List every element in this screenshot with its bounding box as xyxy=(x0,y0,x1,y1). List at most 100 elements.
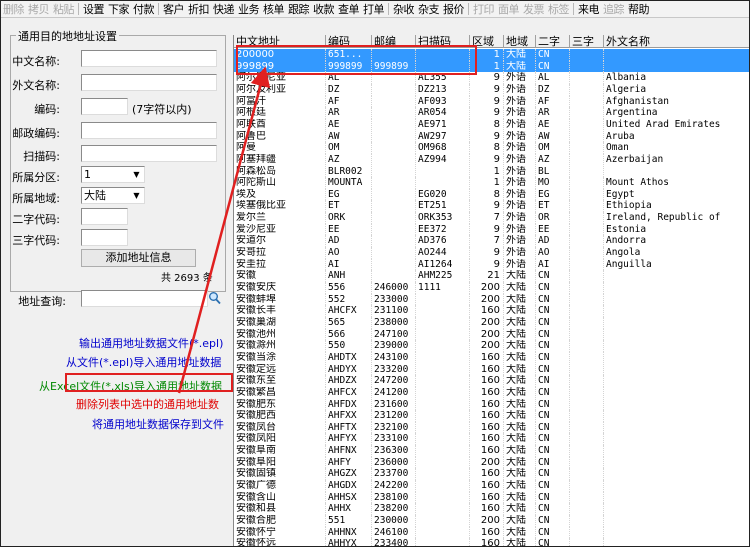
search-icon[interactable] xyxy=(208,291,221,305)
column-header[interactable]: 外文名称 xyxy=(604,35,749,48)
table-row[interactable]: 安徽安庆 556 246000 1111 200 大陆 CN xyxy=(234,282,749,294)
table-row[interactable]: 安徽广德 AHGDX 242200 160 大陆 CN xyxy=(234,480,749,492)
table-cell: ET xyxy=(326,200,372,213)
toolbar-button-9[interactable]: 业务 xyxy=(236,1,261,17)
table-row[interactable]: 安徽滁州 550 239000 200 大陆 CN xyxy=(234,340,749,352)
table-cell xyxy=(372,83,416,96)
table-cell xyxy=(416,410,470,422)
table-row[interactable]: 安徽长丰 AHCFX 231100 160 大陆 CN xyxy=(234,305,749,317)
table-row[interactable]: 安徽池州 566 247100 200 大陆 CN xyxy=(234,328,749,341)
column-header[interactable]: 编码 xyxy=(326,35,372,48)
three-char-code-input[interactable] xyxy=(81,229,128,246)
toolbar-button-13[interactable]: 查单 xyxy=(336,1,361,17)
import-epl-link[interactable]: 从文件(*.epl)导入通用地址数据 xyxy=(66,354,221,370)
table-row[interactable]: 安徽和县 AHHX 238200 160 大陆 CN xyxy=(234,503,749,515)
table-row[interactable]: 埃塞俄比亚 ET ET251 9 外语 ET Ethiopia xyxy=(234,200,749,213)
table-row[interactable]: 阿尔及利亚 DZ DZ213 9 外语 DZ Algeria xyxy=(234,83,749,96)
cn-name-input[interactable] xyxy=(81,50,217,67)
code-input[interactable] xyxy=(81,98,128,115)
table-row[interactable]: 安徽巢湖 565 238000 200 大陆 CN xyxy=(234,316,749,329)
toolbar-button-8[interactable]: 快递 xyxy=(211,1,236,17)
toolbar-button-11[interactable]: 跟踪 xyxy=(286,1,311,17)
table-row[interactable]: 阿陀斯山 MOUNTA 1 外语 MO Mount Athos xyxy=(234,177,749,189)
table-row[interactable]: 阿尔巴尼亚 AL AL355 9 外语 AL Albania xyxy=(234,72,749,84)
table-cell xyxy=(416,491,470,504)
table-row[interactable]: 安道尔 AD AD376 7 外语 AD Andorra xyxy=(234,235,749,247)
toolbar-button-14[interactable]: 打单 xyxy=(361,1,386,17)
table-row[interactable]: 安徽固镇 AHGZX 233700 160 大陆 CN xyxy=(234,468,749,480)
table-row-selected[interactable]: 200000 651... 1 大陆 CN xyxy=(234,49,749,61)
table-cell: Aruba xyxy=(604,131,749,143)
toolbar-button-3[interactable]: 设置 xyxy=(81,1,106,17)
table-row[interactable]: 阿塞拜疆 AZ AZ994 9 外语 AZ Azerbaijan xyxy=(234,153,749,166)
table-row[interactable]: 阿富汗 AF AF093 9 外语 AF Afghanistan xyxy=(234,95,749,108)
toolbar-button-22[interactable]: 来电 xyxy=(576,1,601,17)
table-cell: 160 xyxy=(470,503,504,515)
column-header[interactable]: 地域 xyxy=(504,35,536,48)
scan-code-input[interactable] xyxy=(81,145,217,162)
zone-select[interactable]: 1 ▼ xyxy=(81,166,145,183)
table-row[interactable]: 阿联酋 AE AE971 8 外语 AE United Arad Emirates xyxy=(234,118,749,131)
export-epl-link[interactable]: 输出通用地址数据文件(*.epl) xyxy=(79,335,223,351)
address-table[interactable]: 中文地址 编码 邮编 扫描码 区域 地域 二字 三字 外文名称 200000 651... 1 大陆 C… xyxy=(233,35,749,546)
chevron-down-icon[interactable]: ▼ xyxy=(130,189,143,202)
postal-code-input[interactable] xyxy=(81,122,217,139)
table-cell: CN xyxy=(536,386,570,399)
toolbar-button-6[interactable]: 客户 xyxy=(161,1,186,17)
table-row[interactable]: 安徽繁昌 AHFCX 241200 160 大陆 CN xyxy=(234,386,749,399)
column-header[interactable]: 区域 xyxy=(470,35,504,48)
toolbar-button-7[interactable]: 折扣 xyxy=(186,1,211,17)
table-row[interactable]: 爱尔兰 ORK ORK353 7 外语 OR Ireland, Republic of xyxy=(234,212,749,224)
column-header[interactable]: 三字 xyxy=(570,35,604,48)
table-row[interactable]: 安徽怀宁 AHHNX 246100 160 大陆 CN xyxy=(234,526,749,539)
table-cell xyxy=(416,293,470,306)
region-select[interactable]: 大陆 ▼ xyxy=(81,187,145,204)
column-header[interactable]: 邮编 xyxy=(372,35,416,48)
column-header[interactable]: 二字 xyxy=(536,35,570,48)
table-row[interactable]: 安徽凤阳 AHFYX 233100 160 大陆 CN xyxy=(234,433,749,446)
table-row[interactable]: 安徽肥东 AHFDX 231600 160 大陆 CN xyxy=(234,398,749,411)
table-row[interactable]: 埃及 EG EG020 8 外语 EG Egypt xyxy=(234,188,749,201)
save-to-file-link[interactable]: 将通用地址数据保存到文件 xyxy=(92,416,224,432)
table-row[interactable]: 安徽当涂 AHDTX 243100 160 大陆 CN xyxy=(234,351,749,364)
toolbar-button-16[interactable]: 杂支 xyxy=(416,1,441,17)
table-row[interactable]: 阿根廷 AR AR054 9 外语 AR Argentina xyxy=(234,107,749,119)
toolbar-button-4[interactable]: 下家 xyxy=(106,1,131,17)
column-header[interactable]: 中文地址 xyxy=(234,35,326,48)
table-row[interactable]: 安徽阜阳 AHFY 236000 200 大陆 CN xyxy=(234,456,749,469)
table-row-selected[interactable]: 999899 999899 999899 1 大陆 CN xyxy=(234,60,749,73)
address-query-input[interactable] xyxy=(81,290,208,307)
table-row[interactable]: 安徽凤台 AHFTX 232100 160 大陆 CN xyxy=(234,421,749,434)
add-address-button[interactable]: 添加地址信息 xyxy=(81,249,196,267)
two-char-code-input[interactable] xyxy=(81,208,128,225)
table-row[interactable]: 安徽肥西 AHFXX 231200 160 大陆 CN xyxy=(234,410,749,422)
table-row[interactable]: 安圭拉 AI AI1264 9 外语 AI Anguilla xyxy=(234,258,749,271)
delete-selected-link[interactable]: 删除列表中选中的通用地址数 xyxy=(76,396,219,412)
table-cell: 160 xyxy=(470,398,504,411)
table-row[interactable]: 安徽合肥 551 230000 200 大陆 CN xyxy=(234,515,749,527)
toolbar-button-24[interactable]: 帮助 xyxy=(626,1,651,17)
table-row[interactable]: 安哥拉 AO AO244 9 外语 AO Angola xyxy=(234,247,749,259)
table-row[interactable]: 阿森松岛 BLR002 1 外语 BL xyxy=(234,165,749,178)
toolbar-button-12[interactable]: 收款 xyxy=(311,1,336,17)
cn-name-label: 中文名称: xyxy=(12,55,60,68)
table-row[interactable]: 安徽阜南 AHFNX 236300 160 大陆 CN xyxy=(234,445,749,457)
table-row[interactable]: 安徽 ANH AHM225 21 大陆 CN xyxy=(234,270,749,282)
toolbar-button-15[interactable]: 杂收 xyxy=(391,1,416,17)
column-header[interactable]: 扫描码 xyxy=(416,35,470,48)
table-row[interactable]: 阿曼 OM OM968 8 外语 OM Oman xyxy=(234,142,749,154)
toolbar-button-5[interactable]: 付款 xyxy=(131,1,156,17)
table-cell: 160 xyxy=(470,386,504,399)
chevron-down-icon[interactable]: ▼ xyxy=(130,168,143,181)
table-row[interactable]: 安徽蚌埠 552 233000 200 大陆 CN xyxy=(234,293,749,306)
table-row[interactable]: 安徽怀远 AHHYX 233400 160 大陆 CN xyxy=(234,538,749,546)
table-row[interactable]: 安徽东至 AHDZX 247200 160 大陆 CN xyxy=(234,375,749,387)
table-cell: 238200 xyxy=(372,503,416,515)
table-row[interactable]: 阿鲁巴 AW AW297 9 外语 AW Aruba xyxy=(234,130,749,143)
toolbar-button-17[interactable]: 报价 xyxy=(441,1,466,17)
toolbar-button-10[interactable]: 核单 xyxy=(261,1,286,17)
table-row[interactable]: 安徽含山 AHHSX 238100 160 大陆 CN xyxy=(234,491,749,504)
foreign-name-input[interactable] xyxy=(81,74,217,91)
table-row[interactable]: 安徽定远 AHDYX 233200 160 大陆 CN xyxy=(234,363,749,376)
table-row[interactable]: 爱沙尼亚 EE EE372 9 外语 EE Estonia xyxy=(234,223,749,236)
